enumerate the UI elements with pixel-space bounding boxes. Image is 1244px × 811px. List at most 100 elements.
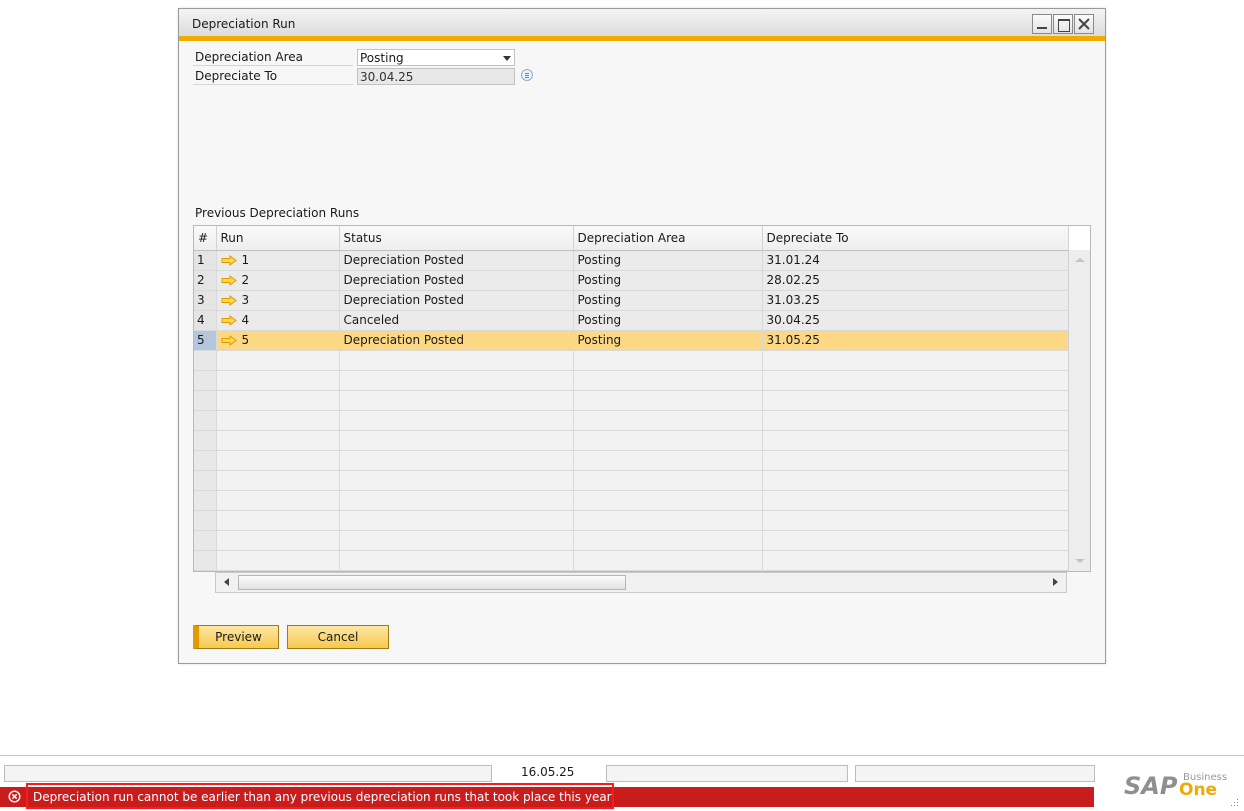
- error-message-bar[interactable]: Depreciation run cannot be earlier than …: [0, 783, 1094, 809]
- link-arrow-icon[interactable]: [221, 295, 237, 306]
- row-number-cell[interactable]: [194, 470, 217, 491]
- depreciation-area-cell[interactable]: Posting: [573, 250, 763, 271]
- row-number-cell[interactable]: [194, 450, 217, 471]
- depreciate-to-cell[interactable]: [762, 470, 1069, 491]
- empty-table-row[interactable]: [194, 510, 1069, 531]
- table-row[interactable]: 3 3 Depreciation Posted Posting 31.03.25: [194, 290, 1069, 311]
- scroll-right-icon[interactable]: [1053, 578, 1058, 586]
- depreciation-area-cell[interactable]: Posting: [573, 290, 763, 311]
- run-cell[interactable]: [216, 550, 340, 571]
- status-cell[interactable]: [339, 370, 574, 391]
- depreciation-area-cell[interactable]: [573, 530, 763, 551]
- cancel-button[interactable]: Cancel: [287, 625, 389, 649]
- depreciate-to-cell[interactable]: [762, 410, 1069, 431]
- preview-button[interactable]: Preview: [193, 625, 279, 649]
- run-cell[interactable]: [216, 430, 340, 451]
- depreciation-area-cell[interactable]: [573, 370, 763, 391]
- row-number-cell[interactable]: [194, 550, 217, 571]
- row-number-cell[interactable]: [194, 490, 217, 511]
- column-header-num[interactable]: #: [194, 226, 217, 251]
- status-cell[interactable]: Depreciation Posted: [339, 270, 574, 291]
- status-cell[interactable]: Canceled: [339, 310, 574, 331]
- run-cell[interactable]: [216, 390, 340, 411]
- depreciation-area-select[interactable]: Posting: [357, 49, 515, 66]
- close-button[interactable]: [1074, 14, 1094, 34]
- depreciation-area-cell[interactable]: [573, 410, 763, 431]
- row-number-cell[interactable]: [194, 390, 217, 411]
- depreciate-to-cell[interactable]: [762, 390, 1069, 411]
- dropdown-arrow-icon[interactable]: [503, 56, 511, 61]
- run-cell[interactable]: 4: [216, 310, 340, 331]
- depreciation-area-cell[interactable]: [573, 350, 763, 371]
- status-cell[interactable]: [339, 390, 574, 411]
- window-titlebar[interactable]: Depreciation Run: [179, 9, 1105, 41]
- column-header-status[interactable]: Status: [339, 226, 574, 251]
- depreciation-area-cell[interactable]: Posting: [573, 330, 763, 351]
- depreciation-area-cell[interactable]: [573, 390, 763, 411]
- depreciate-to-cell[interactable]: 31.01.24: [762, 250, 1069, 271]
- run-cell[interactable]: [216, 410, 340, 431]
- depreciation-area-cell[interactable]: [573, 450, 763, 471]
- empty-table-row[interactable]: [194, 450, 1069, 471]
- row-number-cell[interactable]: [194, 530, 217, 551]
- empty-table-row[interactable]: [194, 550, 1069, 571]
- link-arrow-icon[interactable]: [221, 255, 237, 266]
- empty-table-row[interactable]: [194, 350, 1069, 371]
- scroll-up-icon[interactable]: [1075, 258, 1085, 262]
- depreciation-area-cell[interactable]: Posting: [573, 270, 763, 291]
- run-cell[interactable]: [216, 470, 340, 491]
- row-number-cell[interactable]: 2: [194, 270, 217, 291]
- depreciate-to-cell[interactable]: 31.05.25: [762, 330, 1069, 351]
- status-cell[interactable]: Depreciation Posted: [339, 330, 574, 351]
- depreciation-area-cell[interactable]: [573, 510, 763, 531]
- row-number-cell[interactable]: 1: [194, 250, 217, 271]
- run-cell[interactable]: [216, 370, 340, 391]
- status-cell[interactable]: [339, 510, 574, 531]
- row-number-cell[interactable]: [194, 510, 217, 531]
- column-header-depreciation-area[interactable]: Depreciation Area: [573, 226, 763, 251]
- depreciation-area-cell[interactable]: [573, 470, 763, 491]
- list-info-icon[interactable]: [521, 69, 533, 81]
- link-arrow-icon[interactable]: [221, 275, 237, 286]
- empty-table-row[interactable]: [194, 370, 1069, 391]
- run-cell[interactable]: [216, 350, 340, 371]
- run-cell[interactable]: [216, 450, 340, 471]
- table-row[interactable]: 1 1 Depreciation Posted Posting 31.01.24: [194, 250, 1069, 271]
- run-cell[interactable]: 1: [216, 250, 340, 271]
- row-number-cell[interactable]: [194, 430, 217, 451]
- grid-vertical-scrollbar[interactable]: [1068, 250, 1090, 571]
- depreciate-to-cell[interactable]: [762, 430, 1069, 451]
- column-header-depreciate-to[interactable]: Depreciate To: [762, 226, 1069, 251]
- depreciate-to-cell[interactable]: 31.03.25: [762, 290, 1069, 311]
- status-cell[interactable]: Depreciation Posted: [339, 290, 574, 311]
- empty-table-row[interactable]: [194, 470, 1069, 491]
- row-number-cell[interactable]: 4: [194, 310, 217, 331]
- table-row[interactable]: 4 4 Canceled Posting 30.04.25: [194, 310, 1069, 331]
- status-cell[interactable]: [339, 350, 574, 371]
- depreciation-area-cell[interactable]: [573, 430, 763, 451]
- run-cell[interactable]: [216, 490, 340, 511]
- depreciate-to-cell[interactable]: 30.04.25: [762, 310, 1069, 331]
- run-cell[interactable]: [216, 530, 340, 551]
- depreciate-to-cell[interactable]: [762, 350, 1069, 371]
- maximize-button[interactable]: [1053, 14, 1073, 34]
- link-arrow-icon[interactable]: [221, 335, 237, 346]
- depreciate-to-cell[interactable]: [762, 370, 1069, 391]
- scroll-down-icon[interactable]: [1075, 559, 1085, 563]
- depreciate-to-cell[interactable]: [762, 530, 1069, 551]
- empty-table-row[interactable]: [194, 490, 1069, 511]
- depreciation-area-cell[interactable]: Posting: [573, 310, 763, 331]
- depreciate-to-cell[interactable]: 28.02.25: [762, 270, 1069, 291]
- row-number-cell[interactable]: [194, 370, 217, 391]
- scroll-left-icon[interactable]: [224, 578, 229, 586]
- resize-grip-icon[interactable]: [1231, 799, 1239, 807]
- run-cell[interactable]: 3: [216, 290, 340, 311]
- status-cell[interactable]: [339, 470, 574, 491]
- scrollbar-thumb[interactable]: [238, 575, 626, 590]
- minimize-button[interactable]: [1032, 14, 1052, 34]
- row-number-cell[interactable]: 3: [194, 290, 217, 311]
- empty-table-row[interactable]: [194, 530, 1069, 551]
- depreciation-area-cell[interactable]: [573, 490, 763, 511]
- status-cell[interactable]: [339, 430, 574, 451]
- status-cell[interactable]: Depreciation Posted: [339, 250, 574, 271]
